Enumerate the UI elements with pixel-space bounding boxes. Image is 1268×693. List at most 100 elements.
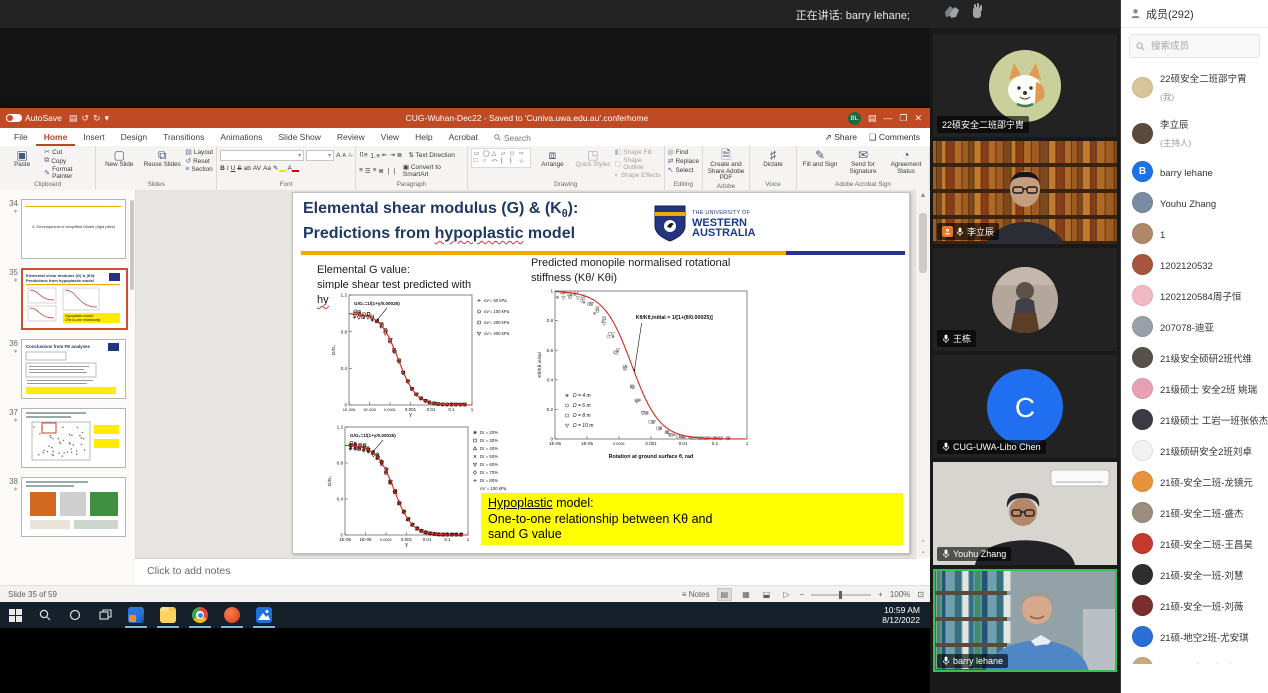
scrollbar-thumb[interactable] (919, 213, 927, 273)
tab-acrobat[interactable]: Acrobat (441, 129, 486, 146)
restore-button[interactable]: ❐ (899, 113, 907, 124)
ribbon-button-shape-fill[interactable]: ◧Shape Fill (615, 148, 661, 156)
zoom-out-button[interactable]: − (799, 590, 804, 599)
paragraph-controls[interactable]: ⠿≡⒈≡⇤⇥≣⇅ Text Direction ≡☰≡≣❘❘▣ Convert … (359, 148, 464, 178)
next-slide-button[interactable]: ⌄ (920, 548, 926, 555)
scroll-up-icon[interactable]: ▲ (916, 190, 930, 199)
reading-view-button[interactable]: ⬓ (760, 589, 774, 600)
cortana-button[interactable] (60, 602, 90, 628)
ribbon-button-dictate[interactable]: ♯Dictate (753, 148, 793, 169)
slide-thumbnail-38[interactable]: 38∗ (2, 477, 129, 537)
ribbon-button-fill-and-sign[interactable]: ✎Fill and Sign (800, 148, 840, 169)
member-item[interactable]: 22硕安全二班邵宁胄(我) (1121, 64, 1268, 110)
taskbar-search-button[interactable] (30, 602, 60, 628)
ribbon-button-reset[interactable]: ↺Reset (185, 157, 213, 165)
participant-search[interactable] (1129, 34, 1260, 58)
slide-thumbnail-35[interactable]: 35∗Elemental shear modulus (G) & (Kθ):Pr… (2, 268, 129, 330)
search-input[interactable] (1149, 40, 1253, 53)
zoom-in-button[interactable]: + (878, 590, 883, 599)
member-item[interactable]: 21硕-安全二班-龙镜元 (1121, 466, 1268, 497)
ribbon-button-shape-effects[interactable]: ◐Shape Effects (615, 172, 661, 179)
taskbar-app-chrome[interactable] (184, 602, 216, 628)
close-button[interactable]: ✕ (914, 113, 922, 124)
member-item[interactable]: 21级安全硕研2班代维 (1121, 342, 1268, 373)
ribbon-display-icon[interactable]: ▤ (868, 113, 877, 124)
start-button[interactable] (0, 602, 30, 628)
autosave-toggle[interactable]: AutoSave (6, 113, 62, 123)
reaction-icons[interactable] (941, 3, 985, 23)
slide[interactable]: Elemental shear modulus (G) & (Kθ): Pred… (292, 192, 910, 554)
ribbon-button-section[interactable]: ≡Section (185, 166, 213, 173)
previous-slide-button[interactable]: ⌃ (920, 540, 926, 547)
share-button[interactable]: ⇗ Share (825, 132, 857, 143)
ribbon-button-send-for-signature[interactable]: ✉Send for Signature (843, 148, 883, 175)
raise-hand-icon[interactable] (969, 3, 985, 23)
zoom-level[interactable]: 100% (890, 590, 910, 599)
save-icon[interactable]: ▤ (69, 113, 78, 123)
slide-thumbnail-37[interactable]: 37∗ (2, 408, 129, 468)
undo-icon[interactable]: ↺ (81, 113, 89, 123)
notes-button[interactable]: ≡ Notes (682, 590, 710, 599)
tab-design[interactable]: Design (113, 129, 155, 146)
video-tile-李立辰[interactable]: 李立辰 (933, 141, 1117, 244)
tab-transitions[interactable]: Transitions (155, 129, 212, 146)
video-tile-barry-lehane[interactable]: barry lehane (933, 569, 1117, 672)
ribbon-button-layout[interactable]: ▤Layout (185, 148, 213, 156)
tab-search[interactable]: Search (486, 130, 539, 145)
tab-slide-show[interactable]: Slide Show (270, 129, 329, 146)
member-item[interactable]: Youhu Zhang (1121, 187, 1268, 218)
member-item[interactable]: 1202120532 (1121, 249, 1268, 280)
thumbs-scrollbar[interactable] (130, 200, 134, 290)
tab-view[interactable]: View (373, 129, 407, 146)
ribbon-button-find[interactable]: ◎Find (668, 148, 699, 156)
taskbar-clock[interactable]: 10:59 AM 8/12/2022 (882, 605, 930, 625)
ribbon-button-create-and-share-adobe-pdf[interactable]: 🗎Create and Share Adobe PDF (706, 148, 746, 182)
member-item[interactable]: 1202120584周子恒 (1121, 280, 1268, 311)
minimize-button[interactable]: — (883, 113, 892, 123)
ribbon-button-arrange[interactable]: ⧈Arrange (534, 148, 571, 169)
slide-thumbnail-36[interactable]: 36∗Conclusions from FE analyses (2, 339, 129, 399)
zoom-slider[interactable] (811, 594, 871, 596)
quick-access-toolbar[interactable]: ▤↺ ↻▾ (67, 113, 111, 124)
video-tile-22硕安全二班邵宁胄[interactable]: 22硕安全二班邵宁胄 (933, 34, 1117, 137)
fit-to-window-icon[interactable]: ⊡ (917, 590, 924, 599)
tab-animations[interactable]: Animations (212, 129, 270, 146)
member-item[interactable]: 李立辰(主持人) (1121, 110, 1268, 156)
tab-file[interactable]: File (6, 129, 36, 146)
member-item[interactable]: 21硕-安全二班-王昌昊 (1121, 528, 1268, 559)
comments-button[interactable]: ❑ Comments (869, 132, 920, 143)
taskbar-app-meeting-app[interactable] (120, 602, 152, 628)
member-item[interactable]: 21硕-地空2班-尤安琪 (1121, 621, 1268, 652)
ribbon-button-paste[interactable]: ▣Paste (3, 148, 41, 169)
taskbar-app-browser[interactable] (216, 602, 248, 628)
member-item[interactable]: 1 (1121, 218, 1268, 249)
member-item[interactable]: 21级硕研安全2班刘卓 (1121, 435, 1268, 466)
ribbon-button-quick-styles[interactable]: ◳Quick Styles (574, 148, 611, 169)
member-item[interactable]: Bbarry lehane (1121, 156, 1268, 187)
slide-scrollbar[interactable]: ▲ ⌃⌄ (915, 190, 930, 558)
redo-icon[interactable]: ↻ (93, 113, 101, 123)
task-view-button[interactable] (90, 602, 120, 628)
slide-thumbnail-34[interactable]: 34∗4. Development of simplified Model (r… (2, 199, 129, 259)
font-controls[interactable]: ▾▾AAA̶ BIUSabAVAa✎A (220, 148, 352, 172)
ribbon-button-shape-outline[interactable]: ▢Shape Outline (615, 157, 661, 171)
ribbon-button-new-slide[interactable]: ▢New Slide (99, 148, 139, 169)
ribbon-button-select[interactable]: ↖Select (668, 166, 699, 174)
member-item[interactable]: 21硕-安全一班-刘慧 (1121, 559, 1268, 590)
ribbon-button-cut[interactable]: ✂Cut (44, 148, 92, 156)
ribbon-button-copy[interactable]: ⧉Copy (44, 157, 92, 165)
member-item[interactable]: 207078-迪亚 (1121, 311, 1268, 342)
taskbar-app-file-explorer[interactable] (152, 602, 184, 628)
member-item[interactable]: 21级硕士 安全2班 姚瑞 (1121, 373, 1268, 404)
clap-icon[interactable] (941, 3, 963, 23)
member-item[interactable]: 21硕-安全一班-刘薇 (1121, 590, 1268, 621)
tab-home[interactable]: Home (36, 129, 76, 146)
qat-dropdown-icon[interactable]: ▾ (104, 113, 109, 123)
slideshow-button[interactable]: ▷ (780, 589, 792, 600)
member-item[interactable]: 21级硕士 工岩一班张依杰 (1121, 404, 1268, 435)
taskbar-app-photos[interactable] (248, 602, 280, 628)
normal-view-button[interactable]: ▤ (717, 588, 733, 601)
shape-gallery[interactable]: ▭◯△▱◇⇨□○⌒{}☆ (471, 148, 531, 168)
tab-help[interactable]: Help (407, 129, 440, 146)
tab-insert[interactable]: Insert (75, 129, 112, 146)
